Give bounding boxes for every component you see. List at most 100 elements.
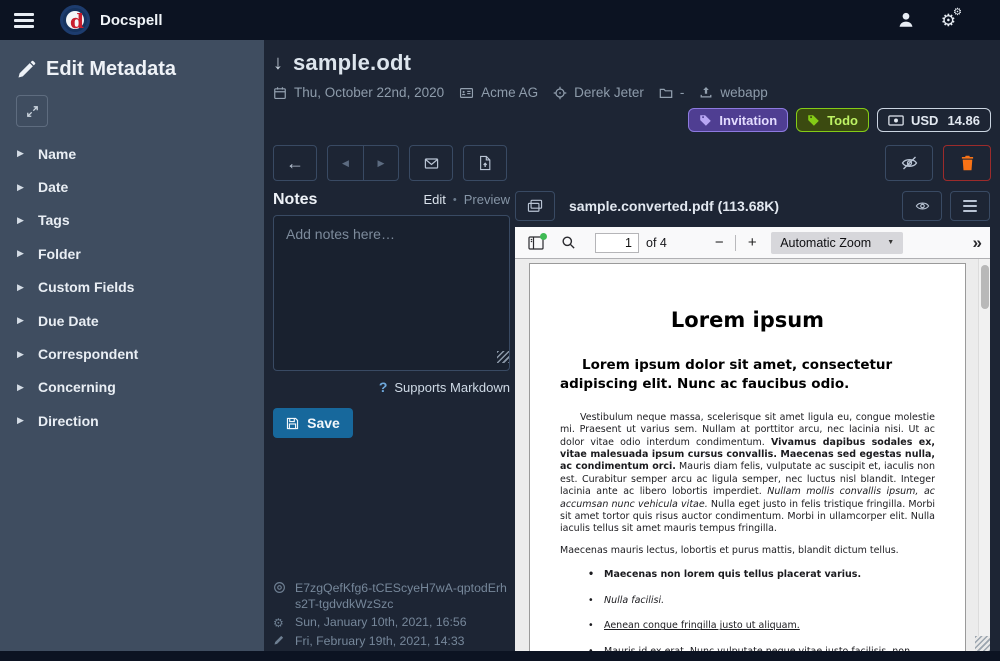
- document-header: ↓ sample.odt Thu, October 22nd, 2020 Acm…: [264, 40, 1000, 132]
- caret-right-icon: ▶: [17, 182, 25, 193]
- attachments-list-button[interactable]: [515, 191, 555, 221]
- expand-arrows-icon: [26, 105, 39, 118]
- trash-icon: [960, 155, 975, 171]
- expand-collapse-button[interactable]: [16, 95, 48, 127]
- pencil-icon: [273, 633, 287, 649]
- pdf-bullet-list: Maecenas non lorem quis tellus placerat …: [560, 569, 935, 651]
- pdf-scrollbar[interactable]: [978, 259, 990, 651]
- caret-right-icon: ▶: [378, 158, 385, 169]
- sidebar-item-concerning[interactable]: ▶Concerning: [0, 371, 264, 404]
- save-floppy-icon: [286, 417, 299, 430]
- sidebar-item-tags[interactable]: ▶Tags: [0, 204, 264, 237]
- pdf-sidebar-toggle-button[interactable]: [523, 231, 549, 255]
- preview-toggle-button[interactable]: [902, 191, 942, 221]
- item-meta-block: E7zgQefKfg6-tCEScyeH7wA-qptodErhs2T-tgdv…: [273, 578, 510, 649]
- pdfjs-toolbar: of 4 − + Automatic Zoom ▼ »: [515, 227, 990, 259]
- pdf-page-count: of 4: [646, 236, 667, 250]
- pdf-viewport: Lorem ipsum Lorem ipsum dolor sit amet, …: [515, 259, 990, 651]
- viewer-resize-handle[interactable]: [975, 636, 990, 651]
- save-notes-button[interactable]: Save: [273, 408, 353, 438]
- item-concerning-person: Derek Jeter: [553, 85, 644, 100]
- arrow-left-icon: ←: [286, 153, 304, 174]
- notes-textarea[interactable]: [273, 215, 510, 371]
- app-title: Docspell: [100, 12, 163, 29]
- metadata-section-list: ▶Name ▶Date ▶Tags ▶Folder ▶Custom Fields…: [0, 137, 264, 438]
- item-toolbar: ← ◀ ▶: [273, 145, 991, 181]
- item-id: E7zgQefKfg6-tCEScyeH7wA-qptodErhs2T-tgdv…: [295, 580, 510, 612]
- textarea-resize-handle[interactable]: [497, 351, 509, 363]
- previous-item-button[interactable]: ◀: [327, 145, 363, 181]
- caret-right-icon: ▶: [17, 248, 25, 259]
- pdf-doc-title: Lorem ipsum: [560, 308, 935, 332]
- item-folder: -: [659, 85, 685, 100]
- pdf-page-1: Lorem ipsum Lorem ipsum dolor sit amet, …: [529, 263, 966, 651]
- pdf-paragraph-1: Vestibulum neque massa, scelerisque sit …: [560, 412, 935, 536]
- back-button[interactable]: ←: [273, 145, 317, 181]
- pdf-toolbar-more-button[interactable]: »: [945, 233, 982, 253]
- tag-badge-todo[interactable]: Todo: [796, 108, 869, 132]
- sidebar-item-correspondent[interactable]: ▶Correspondent: [0, 337, 264, 370]
- question-icon: ?: [379, 379, 388, 395]
- markdown-hint-link[interactable]: ? Supports Markdown: [273, 379, 510, 395]
- edit-metadata-sidebar: Edit Metadata ▶Name ▶Date ▶Tags ▶Folder …: [0, 40, 264, 651]
- hide-sidebar-button[interactable]: [885, 145, 933, 181]
- zoom-in-button[interactable]: +: [741, 232, 763, 254]
- sidebar-item-custom-fields[interactable]: ▶Custom Fields: [0, 271, 264, 304]
- brand[interactable]: d Docspell: [60, 5, 163, 35]
- pencil-icon: [16, 60, 36, 80]
- caret-left-icon: ◀: [342, 158, 349, 169]
- notes-preview-tab[interactable]: Preview: [464, 192, 510, 207]
- chevron-down-icon: ▼: [887, 239, 894, 246]
- footer-strip: [0, 651, 1000, 661]
- eye-slash-icon: [900, 155, 919, 171]
- gear-icon: ⚙: [273, 614, 287, 631]
- attachment-menu-button[interactable]: [950, 191, 990, 221]
- notes-panel: Notes Edit • Preview ? Supports Markdown…: [273, 189, 510, 651]
- docspell-logo-icon: d: [60, 5, 90, 35]
- attachment-header: sample.converted.pdf (113.68K): [515, 189, 990, 223]
- eye-icon: [914, 199, 931, 213]
- caret-right-icon: ▶: [17, 315, 25, 326]
- add-file-button[interactable]: [463, 145, 507, 181]
- pdf-paragraph-2: Maecenas mauris lectus, lobortis et puru…: [560, 545, 935, 557]
- pdf-bullet: Nulla facilisi.: [604, 595, 935, 608]
- zoom-level-select[interactable]: Automatic Zoom ▼: [771, 232, 903, 254]
- caret-right-icon: ▶: [17, 415, 25, 426]
- next-item-button[interactable]: ▶: [363, 145, 399, 181]
- notification-dot: [540, 233, 547, 240]
- zoom-out-button[interactable]: −: [708, 232, 730, 254]
- sidebar-title: Edit Metadata: [46, 58, 176, 81]
- tag-badge-invitation[interactable]: Invitation: [688, 108, 788, 132]
- menu-icon[interactable]: [14, 13, 34, 28]
- pdf-doc-subtitle: Lorem ipsum dolor sit amet, consectetur …: [560, 356, 935, 394]
- pdf-bullet: Aenean congue fringilla justo ut aliquam…: [604, 620, 935, 633]
- send-mail-button[interactable]: [409, 145, 453, 181]
- envelope-icon: [423, 156, 440, 171]
- tag-icon: [699, 114, 712, 127]
- pdf-scrollbar-thumb[interactable]: [981, 265, 989, 309]
- caret-right-icon: ▶: [17, 148, 25, 159]
- pdf-page-number-input[interactable]: [595, 233, 639, 253]
- sidebar-item-folder[interactable]: ▶Folder: [0, 237, 264, 270]
- pdf-search-button[interactable]: [555, 231, 581, 255]
- sidebar-item-due-date[interactable]: ▶Due Date: [0, 304, 264, 337]
- sidebar-item-date[interactable]: ▶Date: [0, 170, 264, 203]
- folder-icon: [659, 86, 673, 100]
- main-content: ↓ sample.odt Thu, October 22nd, 2020 Acm…: [264, 40, 1000, 651]
- attachment-filename: sample.converted.pdf (113.68K): [569, 198, 779, 214]
- item-updated: Fri, February 19th, 2021, 14:33: [295, 633, 465, 649]
- file-upload-icon: [478, 155, 492, 171]
- attachment-panel: sample.converted.pdf (113.68K) o: [515, 189, 990, 651]
- delete-item-button[interactable]: [943, 145, 991, 181]
- sidebar-item-direction[interactable]: ▶Direction: [0, 404, 264, 437]
- custom-field-badge-usd[interactable]: USD 14.86: [877, 108, 991, 132]
- money-bill-icon: [888, 114, 904, 127]
- item-date: Thu, October 22nd, 2020: [273, 85, 444, 100]
- notes-edit-tab[interactable]: Edit: [423, 192, 445, 207]
- settings-cogs-icon[interactable]: ⚙⚙: [941, 12, 956, 29]
- tag-icon: [807, 114, 820, 127]
- sidebar-item-name[interactable]: ▶Name: [0, 137, 264, 170]
- user-icon[interactable]: [897, 11, 915, 29]
- caret-right-icon: ▶: [17, 215, 25, 226]
- item-correspondent: Acme AG: [459, 85, 538, 100]
